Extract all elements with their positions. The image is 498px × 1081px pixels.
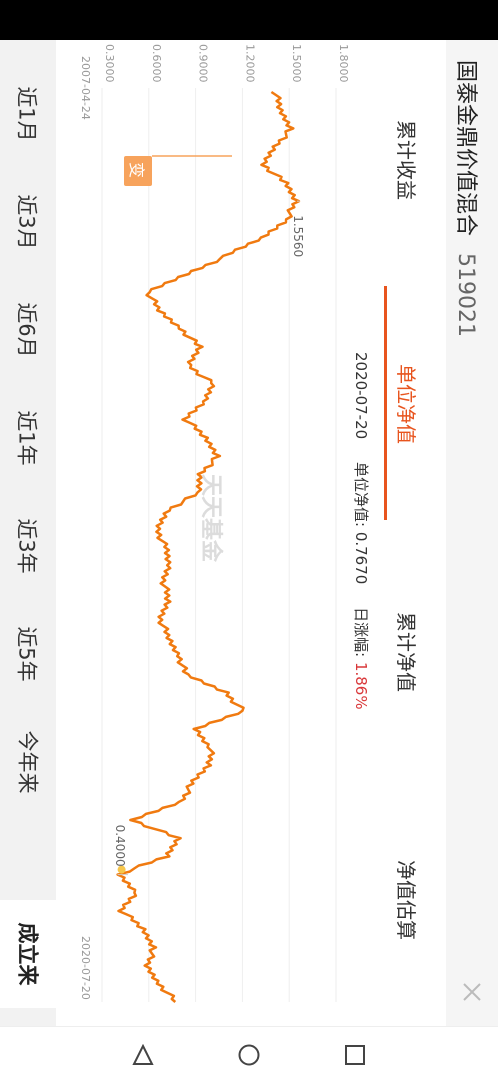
min-value-label: 0.4000 [113,825,127,867]
square-recent-icon[interactable] [344,1044,366,1066]
circle-home-icon[interactable] [238,1044,260,1066]
fund-code: 519021 [453,253,478,337]
header: 国泰金鼎价值混合 519021 [446,40,498,1026]
close-button[interactable] [460,980,484,1004]
period-label: 今年来 [15,730,39,794]
tab-nav-estimate[interactable]: 净值估算 [393,860,422,940]
period-3m[interactable]: 近3月 [0,168,56,276]
period-5y[interactable]: 近5年 [0,600,56,708]
y-tick-label: 1.2000 [243,44,256,83]
y-tick-label: 0.6000 [150,44,163,83]
info-change-value: 1.86% [352,661,370,710]
triangle-back-icon[interactable] [132,1044,154,1066]
period-label: 近1年 [15,410,39,466]
max-value-label: 1.5560 [291,215,305,257]
tab-active-indicator [384,286,387,520]
period-1y[interactable]: 近1年 [0,384,56,492]
y-tick-label: 0.9000 [197,44,210,83]
info-nav-value: 0.7670 [352,531,370,585]
tab-cumulative-nav[interactable]: 累计净值 [393,612,422,692]
tab-cumulative-return[interactable]: 累计收益 [393,120,422,200]
period-label: 近3年 [15,518,39,574]
fund-name-row: 国泰金鼎价值混合 519021 [452,60,484,337]
min-point [117,865,126,874]
period-label: 成立来 [15,922,39,986]
status-bar [0,0,498,40]
period-label: 近6月 [15,302,39,358]
period-since-inception[interactable]: 成立来 [0,900,56,1008]
period-label: 近1月 [15,86,39,142]
watermark: 天天基金 [198,474,224,563]
y-tick-label: 1.8000 [337,44,350,83]
period-1m[interactable]: 近1月 [0,60,56,168]
period-6m[interactable]: 近6月 [0,276,56,384]
period-ytd[interactable]: 今年来 [0,708,56,816]
info-date: 2020-07-20 [352,352,370,440]
event-marker-label: 变 [127,162,146,178]
x-start-label: 2007-04-24 [79,56,92,120]
period-label: 近5年 [15,626,39,682]
period-label: 近3月 [15,194,39,250]
info-line: 2020-07-20 单位净值: 0.7670 日涨幅: 1.86% [351,352,372,710]
event-marker-box [124,156,152,186]
info-nav-label: 单位净值: [352,461,370,528]
series-line [116,90,301,1003]
x-end-label: 2020-07-20 [79,936,92,1000]
y-tick-label: 0.3000 [103,44,116,83]
navigation-bar [0,1026,498,1081]
close-icon [463,983,481,1001]
period-selector: 近1月 近3月 近6月 近1年 近3年 近5年 今年来 成立来 [0,40,56,1026]
y-tick-label: 1.5000 [290,44,303,83]
period-3y[interactable]: 近3年 [0,492,56,600]
info-change-label: 日涨幅: [352,607,370,658]
fund-name: 国泰金鼎价值混合 [453,60,478,237]
nav-chart: 0.3000 0.6000 0.9000 1.2000 1.5000 1.8000 2007… [79,44,350,1003]
tab-unit-nav[interactable]: 单位净值 [393,364,422,444]
